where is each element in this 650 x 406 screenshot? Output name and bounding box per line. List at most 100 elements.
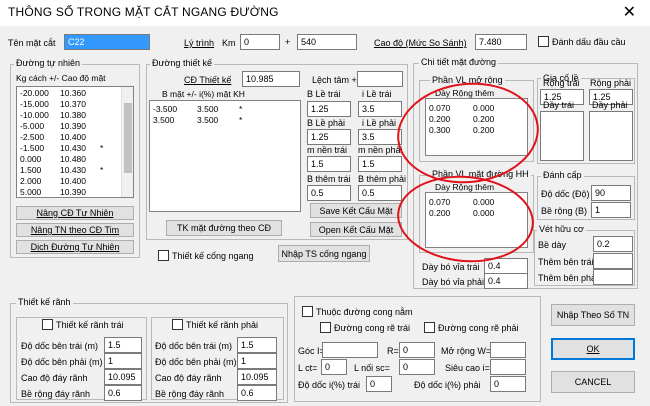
- list-item[interactable]: 1.500 10.430 *: [20, 165, 110, 175]
- open-ket-cau-mat-button[interactable]: Open Kết Cấu Mặt: [310, 222, 402, 237]
- ranh-trai-do-doc-trai-input[interactable]: 1.5: [104, 337, 142, 353]
- list-item[interactable]: -20.000 10.360: [20, 88, 110, 98]
- i-cell: 3.500: [197, 115, 219, 125]
- m-nen-phai-input[interactable]: 1.5: [358, 156, 402, 172]
- ranh-phai-do-doc-trai-input[interactable]: 1.5: [237, 337, 277, 353]
- nang-tn-theo-cd-tim-button[interactable]: Nâng TN theo CĐ Tim: [16, 223, 134, 237]
- m-nen-trai-input[interactable]: 1.5: [307, 156, 351, 172]
- mat-kh-cell: *: [239, 115, 243, 125]
- list-item[interactable]: -5.000 10.390: [20, 121, 110, 131]
- thiet-ke-list[interactable]: -3.500 3.500 * 3.500 3.500 *: [149, 100, 301, 212]
- do-doc-do-input[interactable]: 90: [591, 185, 631, 201]
- dich-duong-tu-nhien-button[interactable]: Dịch Đường Tự Nhiên: [16, 240, 134, 254]
- offset-input[interactable]: 540: [297, 34, 357, 50]
- mat-cell: *: [100, 165, 104, 175]
- lech-tam-input[interactable]: [357, 71, 403, 87]
- goc-input[interactable]: [322, 342, 378, 358]
- ranh-phai-be-rong-label: Bề rộng đáy rãnh: [155, 389, 225, 399]
- km-input[interactable]: 0: [240, 34, 280, 50]
- ranh-phai-label: Thiết kế rãnh phải: [186, 320, 259, 330]
- list-item[interactable]: -15.000 10.370: [20, 99, 110, 109]
- thiet-ke-cong-checkbox[interactable]: [158, 250, 169, 261]
- them-ben-trai-input[interactable]: [593, 253, 633, 269]
- ranh-trai-be-rong-input[interactable]: 0.6: [104, 385, 142, 401]
- cao-do-input[interactable]: 7.480: [475, 34, 527, 50]
- nhap-ts-cong-ngang-button[interactable]: Nhập TS cống ngang: [278, 245, 370, 262]
- tu-nhien-list[interactable]: -20.000 10.360 -15.000 10.370 -10.000 10.380-…: [16, 86, 134, 198]
- ly-trinh-label: Lý trình: [184, 38, 215, 48]
- danh-dau-checkbox[interactable]: [538, 36, 549, 47]
- cancel-button[interactable]: CANCEL: [551, 371, 635, 393]
- ranh-phai-cao-do-input[interactable]: 10.095: [237, 369, 277, 385]
- b-le-phai-input[interactable]: 1.25: [307, 129, 351, 145]
- ranh-trai-checkbox[interactable]: [42, 319, 53, 330]
- mo-rong-input[interactable]: [490, 342, 526, 358]
- save-ket-cau-mat-button[interactable]: Save Kết Cấu Mặt: [310, 203, 402, 218]
- cd-thiet-ke-label: CĐ Thiết kế: [184, 75, 232, 85]
- day-phai-label: Dầy phải: [592, 100, 628, 110]
- do-doc-do-label: Độ dốc (Độ): [541, 189, 590, 199]
- tk-mat-duong-button[interactable]: TK mặt đường theo CĐ: [166, 220, 282, 236]
- scroll-thumb[interactable]: [124, 103, 132, 173]
- cd-cell: 10.390: [60, 121, 86, 131]
- mat-kh-cell: *: [239, 104, 243, 114]
- cong-nam-checkbox[interactable]: [302, 306, 313, 317]
- list-item[interactable]: 5.000 10.390: [20, 187, 110, 197]
- kc-cell: -15.000: [20, 99, 49, 109]
- i-le-phai-input[interactable]: 3.5: [358, 129, 402, 145]
- them-ben-phai-input[interactable]: [593, 269, 633, 285]
- cd-cell: 10.400: [60, 132, 86, 142]
- ten-mat-cat-label: Tên mặt cắt: [8, 38, 56, 48]
- close-icon[interactable]: ✕: [623, 2, 636, 22]
- b-them-phai-input[interactable]: 0.5: [358, 185, 402, 201]
- kc-cell: 0.000: [20, 154, 42, 164]
- b-le-trai-input[interactable]: 1.25: [307, 101, 351, 117]
- ranh-trai-do-doc-phai-input[interactable]: 1: [104, 353, 142, 369]
- cd-thiet-ke-input[interactable]: 10.985: [242, 71, 300, 87]
- cong-re-trai-checkbox[interactable]: [320, 322, 331, 333]
- day-trai-input[interactable]: [540, 111, 584, 161]
- list-item[interactable]: -2.500 10.400: [20, 132, 110, 142]
- b-them-trai-input[interactable]: 0.5: [307, 185, 351, 201]
- list-item[interactable]: -3.500 3.500 *: [153, 104, 249, 114]
- day-bo-via-phai-label: Dày bó vỉa phải: [422, 277, 485, 287]
- ranh-phai-be-rong-input[interactable]: 0.6: [237, 385, 277, 401]
- list-item[interactable]: 2.000 10.400: [20, 176, 110, 186]
- tu-nhien-scrollbar[interactable]: [121, 87, 133, 197]
- list-item[interactable]: -1.500 10.430 *: [20, 143, 110, 153]
- sieu-cao-input[interactable]: [490, 359, 526, 375]
- kc-cell: -2.500: [20, 132, 45, 142]
- list-item[interactable]: 3.500 3.500 *: [153, 115, 249, 125]
- r-label: R=: [387, 346, 399, 356]
- tu-nhien-headers: Kg cách +/- Cao độ mặt: [16, 73, 106, 83]
- i-le-trai-input[interactable]: 3.5: [358, 101, 402, 117]
- nhap-theo-so-tn-button[interactable]: Nhập Theo Số TN: [551, 304, 635, 326]
- b-mat-cell: 3.500: [153, 115, 175, 125]
- ranh-phai-do-doc-phai-input[interactable]: 1: [237, 353, 277, 369]
- m-nen-trai-label: m nền trái: [307, 145, 348, 155]
- danh-dau-label: Đánh dấu đầu cầu: [552, 37, 626, 47]
- be-day-input[interactable]: 0.2: [593, 236, 633, 252]
- day-phai-input[interactable]: [589, 111, 633, 161]
- do-doc-phai-input[interactable]: 0: [490, 376, 526, 392]
- kc-cell: -1.500: [20, 143, 45, 153]
- day-bo-via-trai-label: Dày bó vỉa trái: [422, 262, 480, 272]
- lnoi-input[interactable]: 0: [399, 359, 435, 375]
- list-item[interactable]: -10.000 10.380: [20, 110, 110, 120]
- day-bo-via-phai-input[interactable]: 0.4: [484, 273, 528, 289]
- ranh-phai-checkbox[interactable]: [172, 319, 183, 330]
- ok-button[interactable]: OK: [551, 338, 635, 360]
- ranh-trai-be-rong-label: Bề rộng đáy rãnh: [21, 389, 91, 399]
- cong-re-phai-checkbox[interactable]: [424, 322, 435, 333]
- ranh-trai-cao-do-input[interactable]: 10.095: [104, 369, 142, 385]
- be-rong-b-input[interactable]: 1: [591, 202, 631, 218]
- ten-mat-cat-input[interactable]: C22: [64, 34, 150, 50]
- be-day-label: Bề dày: [538, 240, 567, 250]
- do-doc-trai-input[interactable]: 0: [366, 376, 392, 392]
- rong-phai-label: Rộng phải: [590, 78, 632, 88]
- r-input[interactable]: 0: [399, 342, 435, 358]
- b-le-phai-label: B Lề phải: [307, 118, 346, 128]
- lct-input[interactable]: 0: [321, 359, 347, 375]
- list-item[interactable]: 0.000 10.480: [20, 154, 110, 164]
- nang-cd-tu-nhien-button[interactable]: Nâng CĐ Tự Nhiên: [16, 206, 134, 220]
